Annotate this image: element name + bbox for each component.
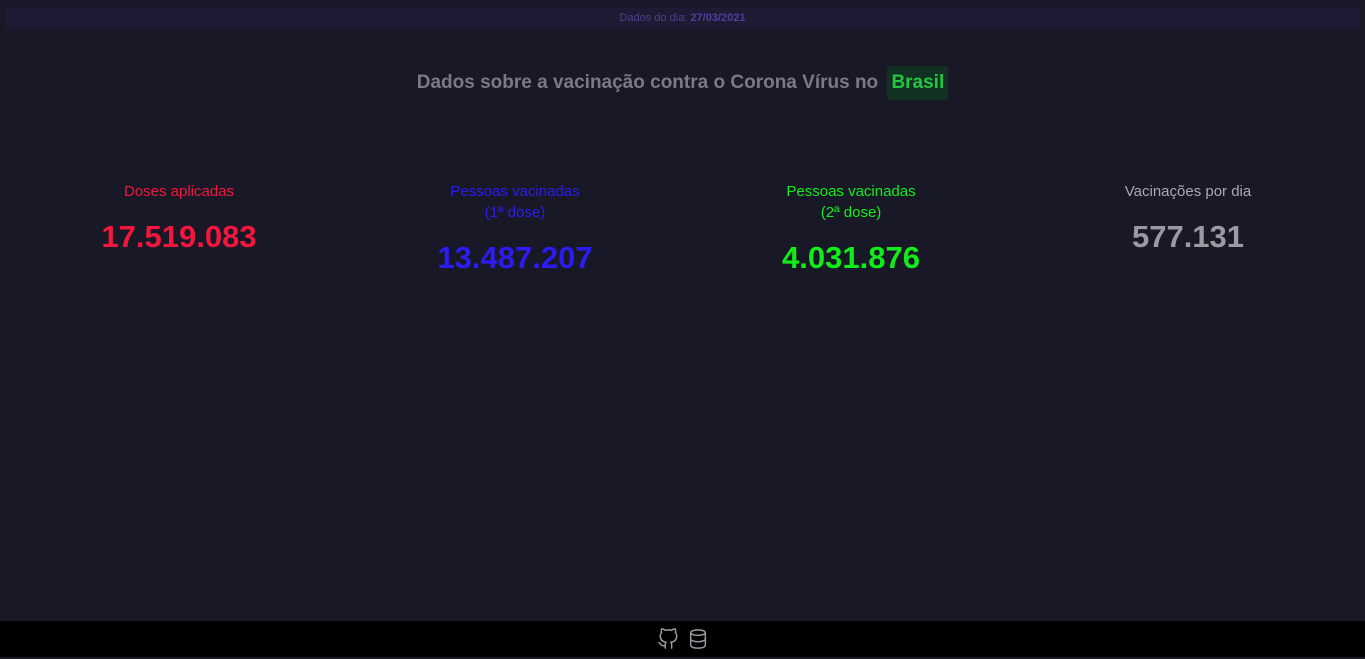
data-date-bar: Dados do dia: 27/03/2021 xyxy=(5,7,1360,30)
database-icon[interactable] xyxy=(687,627,709,651)
date-value: 27/03/2021 xyxy=(690,12,746,24)
stat-label: Doses aplicadas xyxy=(123,183,235,200)
stat-pessoas-vacinadas-2a-dose: Pessoas vacinadas (2ª dose) 4.031.876 xyxy=(681,181,1021,276)
stat-vacinacoes-por-dia: Vacinações por dia 577.131 xyxy=(1018,181,1358,255)
stat-value: 13.487.207 xyxy=(437,240,593,275)
stat-label: Pessoas vacinadas (2ª dose) xyxy=(786,183,916,221)
github-icon[interactable] xyxy=(657,627,679,651)
page-title-text: Dados sobre a vacinação contra o Corona … xyxy=(416,72,879,93)
stat-value: 4.031.876 xyxy=(782,240,920,275)
country-badge: Brasil xyxy=(887,66,949,100)
footer xyxy=(0,621,1365,657)
date-prefix: Dados do dia: xyxy=(619,12,691,24)
stat-label: Pessoas vacinadas (1ª dose) xyxy=(450,183,580,221)
stat-label: Vacinações por dia xyxy=(1124,183,1252,200)
page-title: Dados sobre a vacinação contra o Corona … xyxy=(0,66,1365,100)
stat-pessoas-vacinadas-1a-dose: Pessoas vacinadas (1ª dose) 13.487.207 xyxy=(345,181,685,276)
stat-value: 17.519.083 xyxy=(101,219,257,254)
stat-value: 577.131 xyxy=(1131,219,1245,254)
stat-doses-aplicadas: Doses aplicadas 17.519.083 xyxy=(9,181,349,255)
